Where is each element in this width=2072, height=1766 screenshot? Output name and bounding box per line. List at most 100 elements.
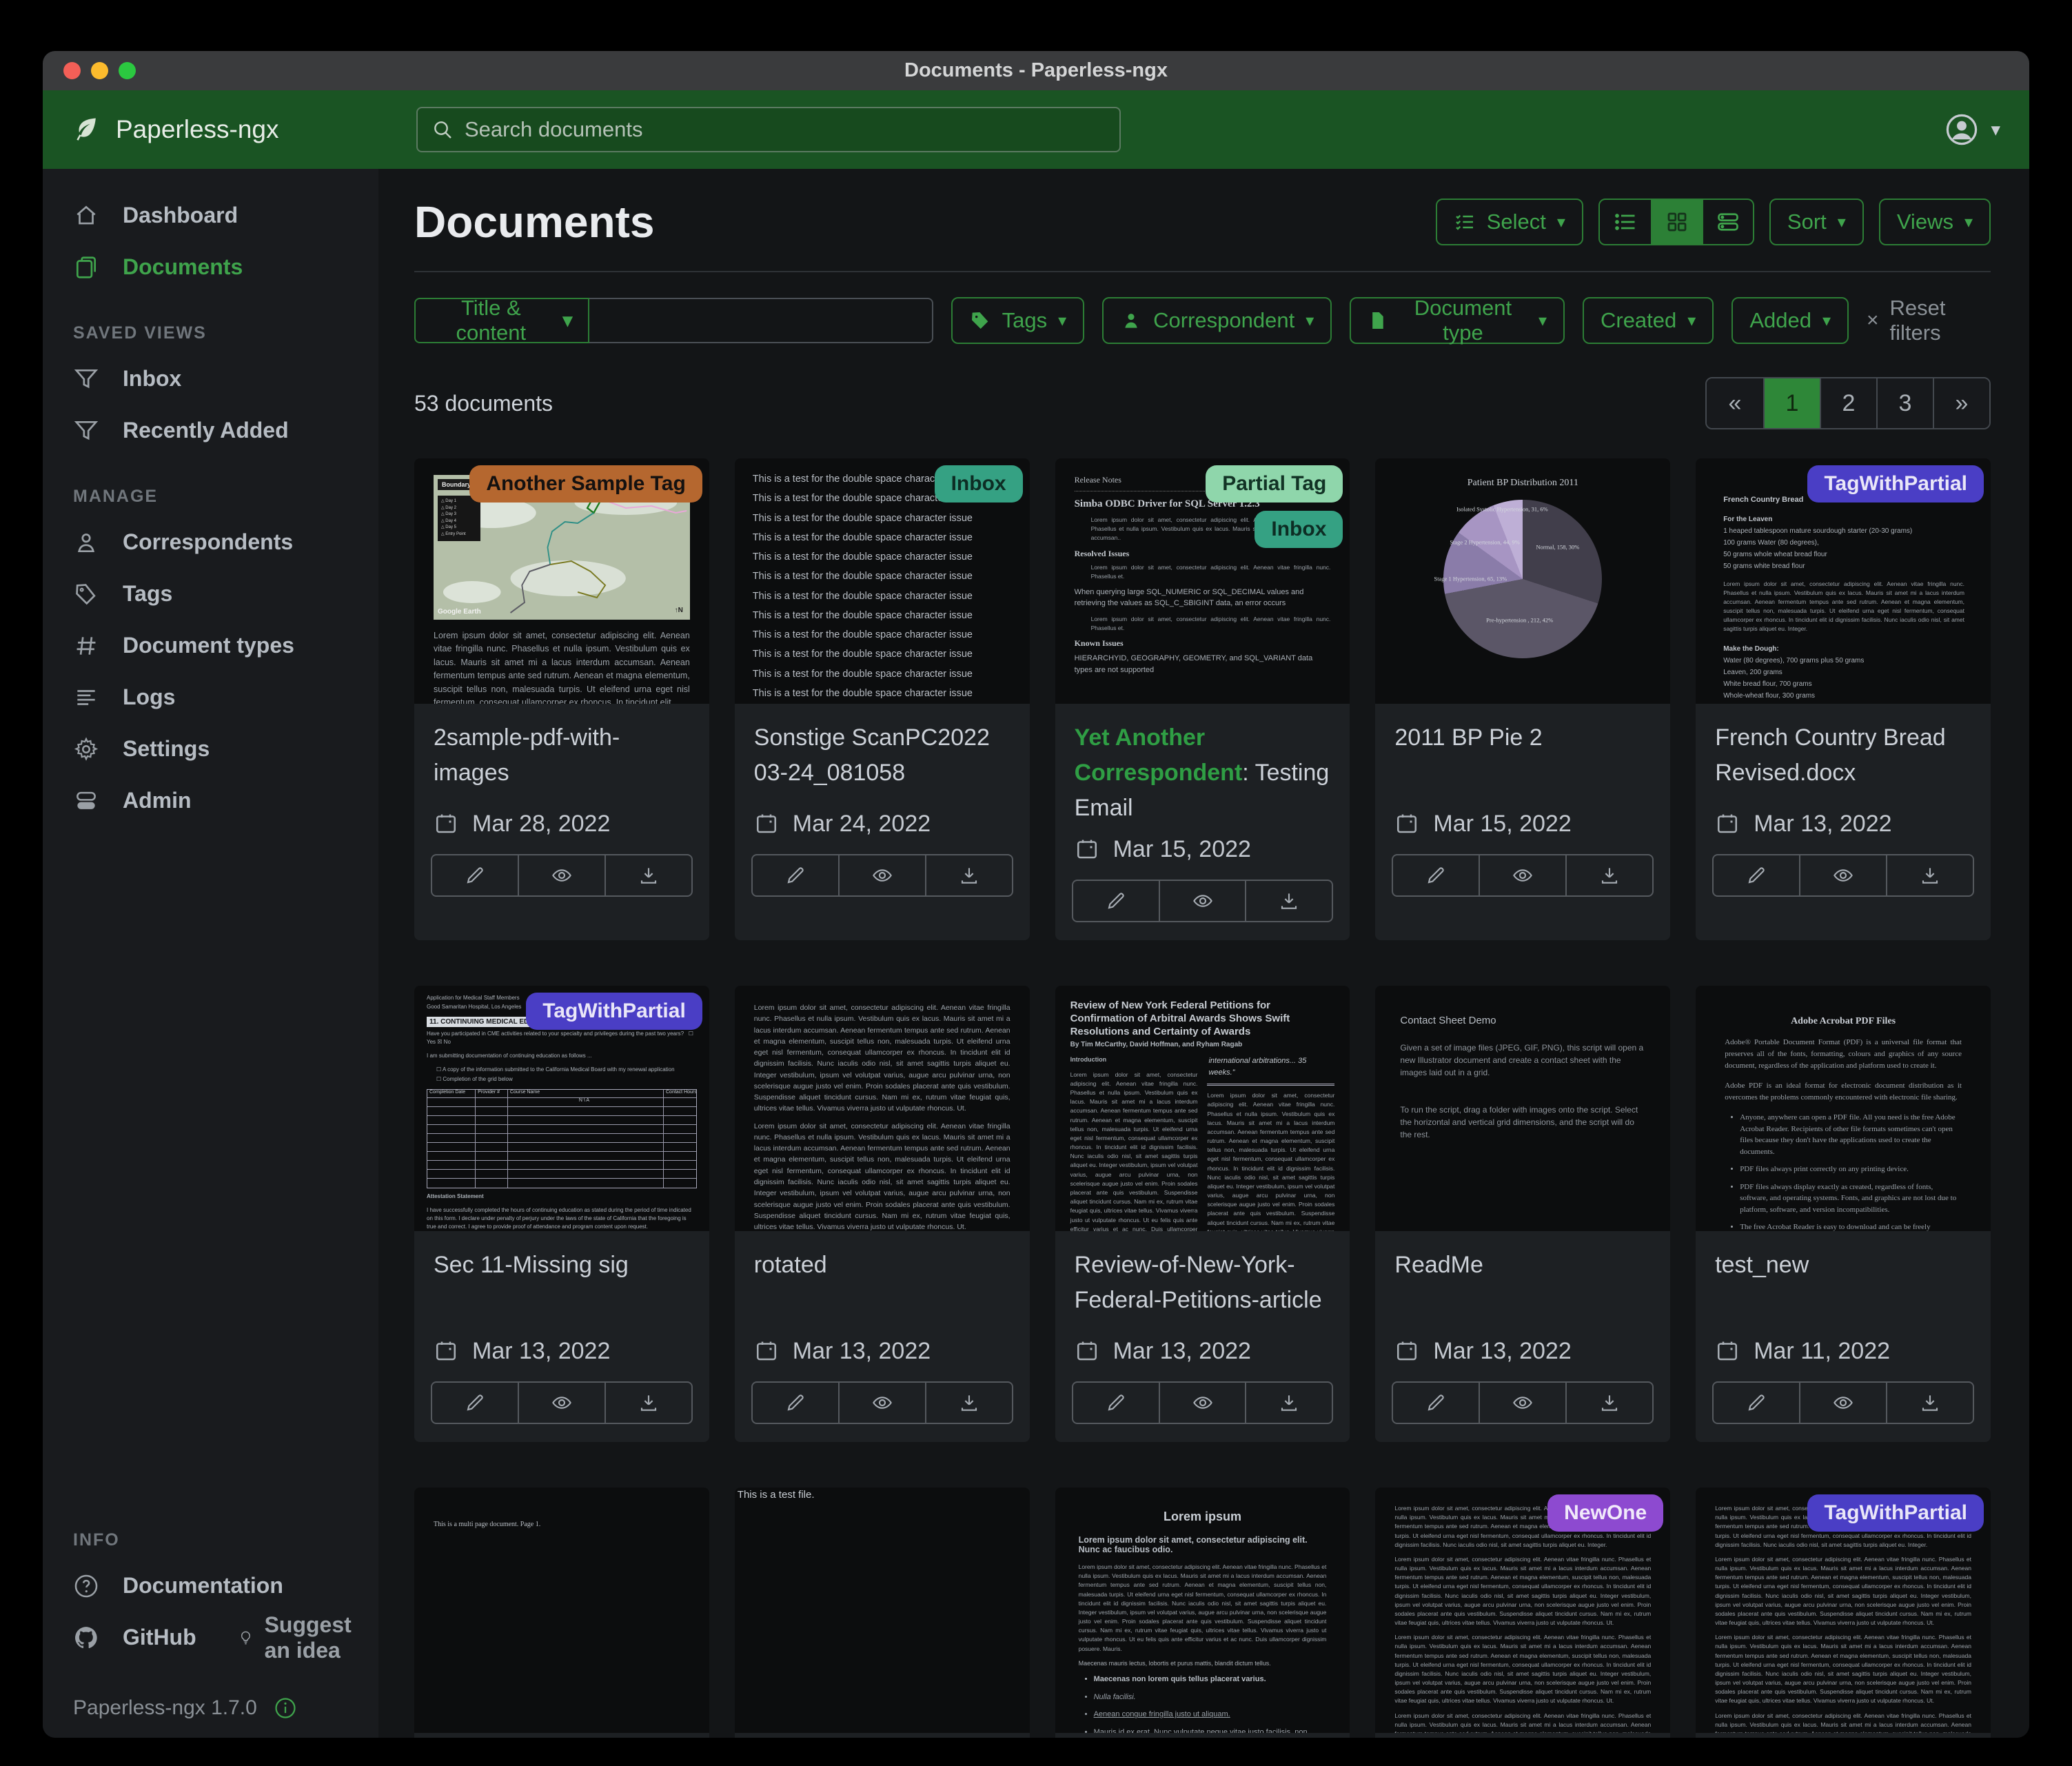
sidebar-item-documentation[interactable]: Documentation [43, 1560, 378, 1612]
person-icon [1120, 309, 1142, 332]
tag-badge-inbox[interactable]: Inbox [1255, 511, 1343, 548]
tag-badge-tagwithpartial[interactable]: TagWithPartial [526, 993, 702, 1030]
card-correspondent[interactable]: Yet Another Correspondent [1075, 724, 1243, 786]
card-title[interactable]: Yet Another Correspondent: Testing Email [1075, 720, 1331, 826]
card-title[interactable]: French Country Bread Revised.docx [1715, 720, 1971, 791]
document-thumbnail[interactable]: Adobe Acrobat PDF Files Adobe® Portable … [1696, 986, 1991, 1231]
brand[interactable]: Paperless-ngx [72, 114, 416, 145]
download-button[interactable] [605, 1381, 693, 1424]
pagination-page-2[interactable]: 2 [1820, 378, 1876, 428]
document-thumbnail[interactable]: Review of New York Federal Petitions for… [1055, 986, 1350, 1231]
edit-button[interactable] [1392, 1381, 1480, 1424]
select-button[interactable]: Select▾ [1436, 199, 1583, 245]
document-thumbnail[interactable]: This is a test file. [735, 1488, 1030, 1733]
download-button[interactable] [605, 854, 693, 897]
pagination-next[interactable]: » [1933, 378, 1989, 428]
download-button[interactable] [1245, 1381, 1333, 1424]
thumbnail-text: Adobe PDF is an ideal format for electro… [1725, 1080, 1962, 1104]
tag-badge-partial-tag[interactable]: Partial Tag [1206, 465, 1343, 503]
card-title[interactable]: Sec 11-Missing sig [434, 1248, 690, 1283]
download-button[interactable] [1886, 854, 1974, 897]
view-button[interactable] [838, 854, 926, 897]
detail-view-button[interactable] [1702, 200, 1753, 244]
search-input[interactable] [465, 117, 1106, 142]
sidebar-item-logs[interactable]: Logs [43, 671, 378, 723]
grid-view-button[interactable] [1651, 200, 1702, 244]
sidebar-item-github[interactable]: GitHub [43, 1612, 196, 1663]
download-button[interactable] [1886, 1381, 1974, 1424]
edit-button[interactable] [431, 854, 519, 897]
card-title[interactable]: test_new [1715, 1248, 1971, 1283]
download-button[interactable] [925, 1381, 1013, 1424]
sidebar-item-document-types[interactable]: Document types [43, 620, 378, 671]
edit-button[interactable] [431, 1381, 519, 1424]
document-thumbnail[interactable]: Contact Sheet Demo Given a set of image … [1375, 986, 1670, 1231]
sidebar-item-suggest-idea[interactable]: Suggest an idea [238, 1612, 378, 1663]
download-button[interactable] [1245, 880, 1333, 922]
thumbnail-text: This is a test file. [738, 1489, 815, 1501]
edit-button[interactable] [1072, 880, 1160, 922]
card-title[interactable]: 2011 BP Pie 2 [1394, 720, 1651, 755]
tag-badge-tagwithpartial[interactable]: TagWithPartial [1807, 1494, 1984, 1532]
list-view-button[interactable] [1600, 200, 1651, 244]
tag-badge-tagwithpartial[interactable]: TagWithPartial [1807, 465, 1984, 503]
created-filter-button[interactable]: Created▾ [1583, 297, 1714, 344]
view-button[interactable] [1479, 1381, 1567, 1424]
tag-badge-newone[interactable]: NewOne [1547, 1494, 1663, 1532]
edit-button[interactable] [1392, 854, 1480, 897]
sidebar-item-documents[interactable]: Documents [43, 241, 378, 293]
card-title[interactable]: Sonstige ScanPC2022 03-24_081058 [754, 720, 1010, 791]
sidebar-item-dashboard[interactable]: Dashboard [43, 190, 378, 241]
reset-filters-button[interactable]: × Reset filters [1867, 296, 1991, 345]
correspondent-filter-button[interactable]: Correspondent▾ [1102, 297, 1332, 344]
document-thumbnail[interactable]: This is a multi page document. Page 1. [414, 1488, 709, 1733]
sidebar-item-recently-added[interactable]: Recently Added [43, 405, 378, 456]
card-title[interactable]: Review-of-New-York-Federal-Petitions-art… [1075, 1248, 1331, 1318]
pagination-page-1[interactable]: 1 [1763, 378, 1820, 428]
edit-button[interactable] [1712, 1381, 1800, 1424]
card-title[interactable]: rotated [754, 1248, 1010, 1283]
thumbnail-text: Lorem ipsum dolor sit amet, consectetur … [1394, 1555, 1651, 1627]
sidebar-item-settings[interactable]: Settings [43, 723, 378, 775]
card-title[interactable]: 2sample-pdf-with-images [434, 720, 690, 791]
info-circle-icon[interactable] [274, 1696, 297, 1720]
edit-button[interactable] [1712, 854, 1800, 897]
card-title[interactable]: ReadMe [1394, 1248, 1651, 1283]
view-button[interactable] [518, 854, 606, 897]
sidebar-item-inbox[interactable]: Inbox [43, 353, 378, 405]
filter-text-input[interactable] [589, 298, 933, 343]
document-thumbnail[interactable]: Lorem ipsum dolor sit amet, consectetur … [735, 986, 1030, 1231]
thumbnail-text: Maecenas non lorem quis tellus placerat … [1094, 1674, 1327, 1733]
sidebar-item-tags[interactable]: Tags [43, 568, 378, 620]
added-filter-button[interactable]: Added▾ [1731, 297, 1849, 344]
view-button[interactable] [1799, 854, 1887, 897]
tags-filter-button[interactable]: Tags▾ [951, 297, 1085, 344]
document-thumbnail[interactable]: Patient BP Distribution 2011 Normal, 158… [1375, 458, 1670, 704]
sidebar-item-correspondents[interactable]: Correspondents [43, 516, 378, 568]
edit-button[interactable] [751, 1381, 840, 1424]
view-button[interactable] [518, 1381, 606, 1424]
tag-badge-another-sample-tag[interactable]: Another Sample Tag [469, 465, 702, 503]
view-button[interactable] [1159, 1381, 1247, 1424]
document-thumbnail[interactable]: Lorem ipsum Lorem ipsum dolor sit amet, … [1055, 1488, 1350, 1733]
pagination-prev[interactable]: « [1707, 378, 1763, 428]
filter-field-dropdown[interactable]: Title & content▾ [414, 298, 589, 343]
download-button[interactable] [1565, 854, 1654, 897]
edit-button[interactable] [1072, 1381, 1160, 1424]
view-button[interactable] [1159, 880, 1247, 922]
views-button[interactable]: Views▾ [1879, 199, 1991, 245]
sidebar-item-admin[interactable]: Admin [43, 775, 378, 826]
pagination-page-3[interactable]: 3 [1876, 378, 1933, 428]
thumbnail-text: Contact Sheet Demo [1400, 1015, 1645, 1026]
sort-button[interactable]: Sort▾ [1769, 199, 1864, 245]
view-button[interactable] [838, 1381, 926, 1424]
edit-button[interactable] [751, 854, 840, 897]
user-menu[interactable]: ▾ [1944, 112, 2000, 148]
view-button[interactable] [1479, 854, 1567, 897]
download-button[interactable] [925, 854, 1013, 897]
download-button[interactable] [1565, 1381, 1654, 1424]
tag-badge-inbox[interactable]: Inbox [935, 465, 1023, 503]
view-button[interactable] [1799, 1381, 1887, 1424]
document-type-filter-button[interactable]: Document type▾ [1350, 297, 1565, 344]
document-card: Review of New York Federal Petitions for… [1055, 986, 1350, 1442]
